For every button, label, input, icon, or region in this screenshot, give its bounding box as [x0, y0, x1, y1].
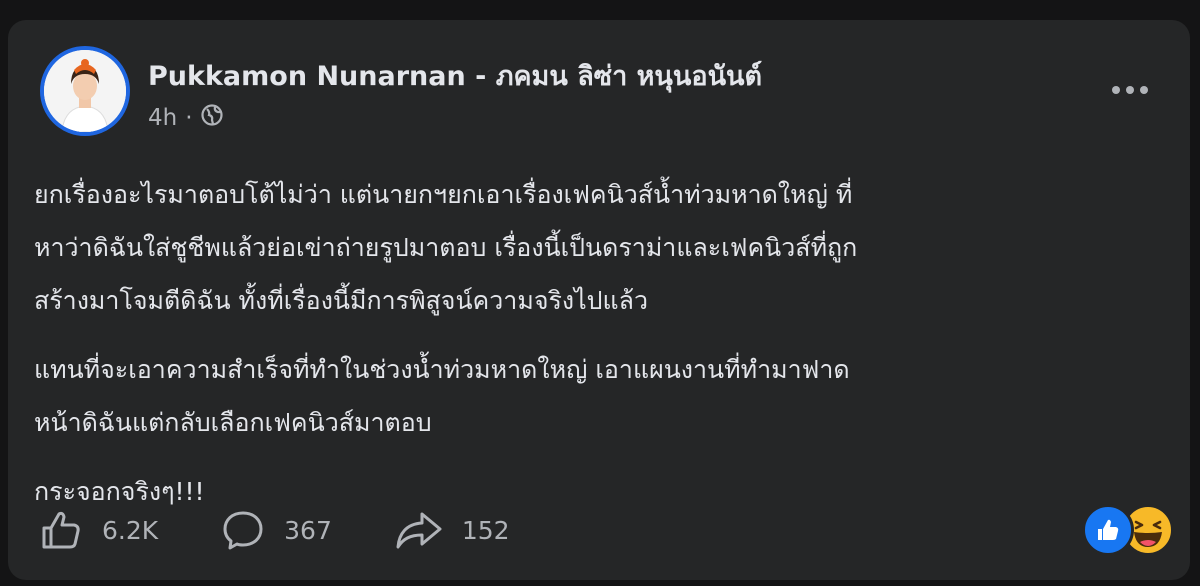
like-reaction-icon	[1082, 504, 1134, 556]
more-dots-icon	[1112, 86, 1148, 94]
like-button[interactable]: 6.2K	[38, 507, 158, 553]
share-arrow-icon	[396, 512, 442, 549]
action-bar: 6.2K 367 152	[38, 500, 572, 560]
post-paragraph: ยกเรื่องอะไรมาตอบโต้ไม่ว่า แต่นายกฯยกเอา…	[34, 180, 858, 315]
post-time[interactable]: 4h	[148, 105, 177, 131]
author-name[interactable]: Pukkamon Nunarnan - ภคมน ลิซ่า หนุนอนันต…	[148, 54, 762, 97]
post-meta: 4h ·	[148, 104, 223, 132]
share-button[interactable]: 152	[394, 507, 510, 553]
thumbs-up-icon	[42, 511, 80, 549]
globe-icon	[200, 104, 223, 132]
comment-button[interactable]: 367	[220, 507, 332, 553]
comment-bubble-icon	[223, 511, 263, 550]
like-count: 6.2K	[102, 515, 159, 545]
more-options-button[interactable]	[1106, 72, 1154, 108]
post-paragraph: แทนที่จะเอาความสำเร็จที่ทำในช่วงน้ำท่วมห…	[34, 355, 850, 437]
avatar[interactable]	[40, 46, 130, 136]
post-card: Pukkamon Nunarnan - ภคมน ลิซ่า หนุนอนันต…	[8, 20, 1190, 580]
comment-count: 367	[284, 515, 332, 545]
reaction-summary[interactable]	[1082, 504, 1174, 556]
post-body: ยกเรื่องอะไรมาตอบโต้ไม่ว่า แต่นายกฯยกเอา…	[34, 168, 1164, 534]
share-count: 152	[461, 515, 510, 545]
meta-separator: ·	[185, 105, 193, 131]
